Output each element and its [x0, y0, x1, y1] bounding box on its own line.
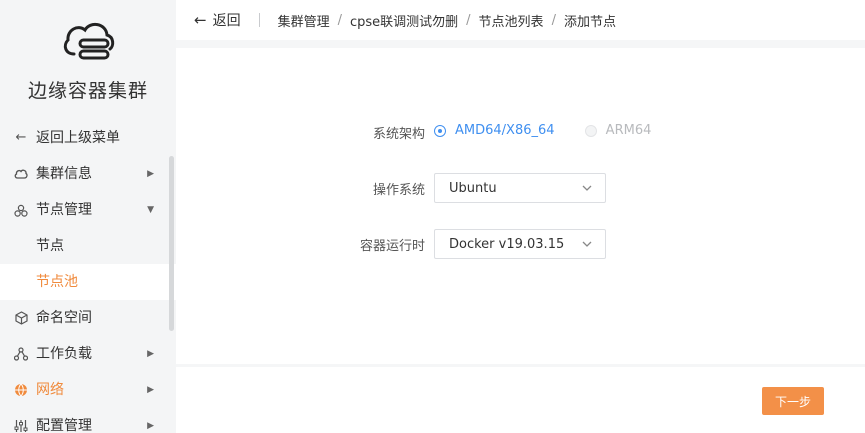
os-select[interactable]: Ubuntu	[434, 173, 606, 203]
radio-checked-icon	[434, 124, 446, 137]
arch-radio-group: AMD64/X86_64 ARM64	[434, 123, 677, 141]
breadcrumb-cluster-management[interactable]: 集群管理	[278, 11, 330, 30]
sidebar-item-config[interactable]: 配置管理 ▶	[0, 408, 176, 433]
sidebar: 边缘容器集群 ← 返回上级菜单 集群信息 ▶ 节点管理 ▼ 节点 节点池 命名空…	[0, 0, 176, 433]
back-button[interactable]: ← 返回	[194, 10, 241, 30]
radio-label: ARM64	[605, 123, 652, 139]
sidebar-item-cluster-info[interactable]: 集群信息 ▶	[0, 156, 176, 192]
cube-icon	[14, 311, 28, 325]
caret-down-icon: ▼	[147, 205, 154, 215]
radio-label: AMD64/X86_64	[455, 123, 555, 139]
breadcrumb-separator: /	[466, 12, 471, 28]
form-footer: 下一步	[176, 367, 865, 433]
caret-right-icon: ▶	[147, 421, 154, 431]
sidebar-item-workload[interactable]: 工作负载 ▶	[0, 336, 176, 372]
next-step-button[interactable]: 下一步	[762, 387, 824, 415]
sidebar-item-label: 工作负载	[36, 346, 92, 362]
globe-icon	[14, 383, 28, 397]
back-to-parent-menu[interactable]: ← 返回上级菜单	[0, 120, 176, 156]
chevron-down-icon	[582, 185, 592, 191]
arrow-left-icon: ←	[194, 11, 207, 29]
radio-unchecked-icon	[584, 124, 597, 137]
arch-radio-amd64[interactable]: AMD64/X86_64	[434, 123, 555, 138]
sidebar-item-label: 节点	[36, 238, 64, 254]
sliders-icon	[14, 419, 28, 433]
sidebar-item-label: 配置管理	[36, 418, 92, 433]
add-node-form: 系统架构 AMD64/X86_64 ARM64 操作系统 Ubuntu 容器运行…	[176, 48, 865, 364]
breadcrumb-node-pool-list[interactable]: 节点池列表	[479, 11, 544, 30]
sidebar-item-label: 集群信息	[36, 166, 92, 182]
runtime-select-value: Docker v19.03.15	[449, 236, 565, 252]
sidebar-scrollbar[interactable]	[169, 156, 174, 331]
page-header: ← 返回 集群管理 / cpse联调测试勿删 / 节点池列表 / 添加节点	[176, 0, 865, 40]
sidebar-item-node-management[interactable]: 节点管理 ▼	[0, 192, 176, 228]
sidebar-item-label: 命名空间	[36, 310, 92, 326]
workload-icon	[14, 347, 28, 361]
arch-label: 系统架构	[372, 126, 425, 142]
cluster-cloud-icon	[63, 22, 115, 60]
os-label: 操作系统	[372, 182, 425, 198]
caret-right-icon: ▶	[147, 349, 154, 359]
back-label: 返回	[212, 13, 241, 29]
breadcrumb: 集群管理 / cpse联调测试勿删 / 节点池列表 / 添加节点	[278, 11, 616, 30]
form-row-arch: 系统架构 AMD64/X86_64 ARM64	[176, 117, 865, 147]
caret-right-icon: ▶	[147, 169, 154, 179]
runtime-label: 容器运行时	[359, 238, 425, 254]
breadcrumb-cluster-name[interactable]: cpse联调测试勿删	[350, 11, 458, 30]
sidebar-item-label: 节点管理	[36, 202, 92, 218]
sidebar-item-nodes[interactable]: 节点	[0, 228, 176, 264]
sidebar-item-label: 网络	[36, 382, 64, 398]
runtime-select[interactable]: Docker v19.03.15	[434, 229, 606, 259]
breadcrumb-add-node: 添加节点	[563, 14, 616, 30]
chevron-down-icon	[582, 241, 592, 247]
sidebar-menu: ← 返回上级菜单 集群信息 ▶ 节点管理 ▼ 节点 节点池 命名空间 工作负载 …	[0, 120, 176, 433]
sidebar-item-node-pool[interactable]: 节点池	[0, 264, 176, 300]
form-row-runtime: 容器运行时 Docker v19.03.15	[176, 229, 865, 259]
breadcrumb-separator: /	[337, 12, 342, 28]
caret-right-icon: ▶	[147, 385, 154, 395]
sidebar-item-network[interactable]: 网络 ▶	[0, 372, 176, 408]
arrow-left-icon: ←	[15, 130, 27, 145]
arch-radio-arm64[interactable]: ARM64	[584, 123, 652, 139]
nodes-icon	[14, 203, 28, 217]
os-select-value: Ubuntu	[449, 180, 497, 196]
back-menu-label: 返回上级菜单	[36, 130, 120, 146]
breadcrumb-separator: /	[551, 12, 556, 28]
cloud-icon	[14, 167, 28, 181]
logo: 边缘容器集群	[0, 18, 176, 103]
sidebar-item-label: 节点池	[36, 274, 78, 290]
form-row-os: 操作系统 Ubuntu	[176, 173, 865, 203]
divider	[258, 13, 260, 27]
sidebar-item-namespace[interactable]: 命名空间	[0, 300, 176, 336]
app-title: 边缘容器集群	[27, 80, 148, 102]
